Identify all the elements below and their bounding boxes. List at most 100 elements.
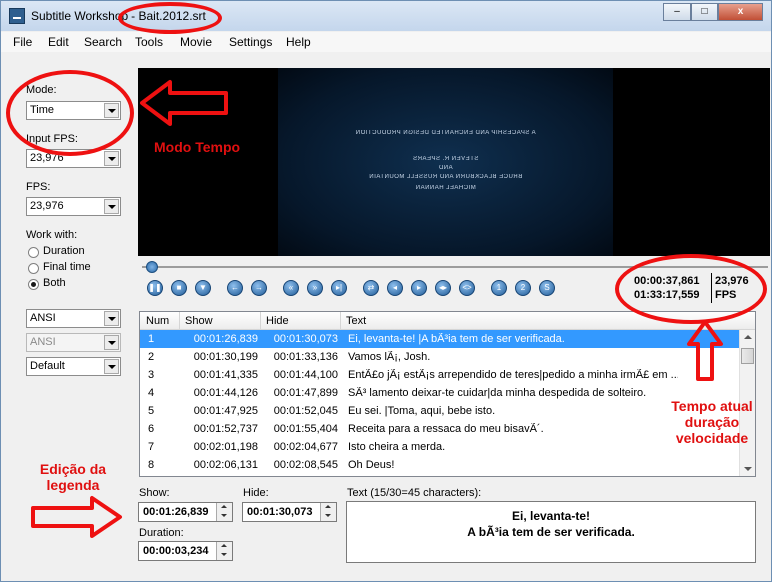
- subtitle-1-icon[interactable]: 1: [491, 280, 507, 296]
- subtitle-grid[interactable]: Num Show Hide Text 1 00:01:26,839 00:01:…: [139, 311, 756, 477]
- table-row[interactable]: 7 00:02:01,198 00:02:04,677 Isto cheira …: [140, 438, 740, 456]
- stop-icon[interactable]: ■: [171, 280, 187, 296]
- scroll-up-icon[interactable]: [744, 335, 752, 339]
- set-start-icon[interactable]: ◂: [387, 280, 403, 296]
- charset-secondary-select: ANSI: [26, 333, 121, 352]
- seek-thumb[interactable]: [146, 261, 158, 273]
- close-button[interactable]: x: [718, 3, 763, 21]
- column-show[interactable]: Show: [185, 315, 213, 327]
- work-with-label: Work with:: [26, 229, 78, 241]
- cell-num: 2: [148, 351, 155, 363]
- subtitle-text-editor[interactable]: Ei, levanta-te! A bÃ³ia tem de ser verif…: [346, 501, 756, 563]
- cell-hide: 00:02:04,677: [273, 441, 338, 453]
- show-spinner-icon[interactable]: [216, 503, 232, 521]
- menu-tools[interactable]: Tools: [135, 35, 163, 49]
- annotation-ellipse-time: [615, 254, 767, 324]
- cell-show: 00:01:52,737: [193, 423, 258, 435]
- hide-spinner-icon[interactable]: [320, 503, 336, 521]
- code-icon[interactable]: <>: [459, 280, 475, 296]
- video-credit-4: BRUCE BLACKBURN AND RUSSELL MOUNTAIN: [368, 174, 523, 180]
- column-divider: [260, 312, 261, 330]
- fps-label: FPS:: [26, 181, 51, 193]
- menu-settings[interactable]: Settings: [229, 35, 272, 49]
- pause-icon[interactable]: ❚❚: [147, 280, 163, 296]
- menu-movie[interactable]: Movie: [180, 35, 212, 49]
- table-row[interactable]: 8 00:02:06,131 00:02:08,545 Oh Deus!: [140, 456, 740, 474]
- radio-both[interactable]: [28, 279, 39, 290]
- duration-label: Duration:: [139, 527, 184, 539]
- table-row[interactable]: 3 00:01:41,335 00:01:44,100 EntÃ£o jÃ¡ e…: [140, 366, 740, 384]
- hide-time-field[interactable]: 00:01:30,073: [242, 502, 337, 522]
- cell-num: 8: [148, 459, 155, 471]
- annotation-time-line-2: duração: [684, 414, 740, 430]
- show-time-field[interactable]: 00:01:26,839: [138, 502, 233, 522]
- radio-final-time[interactable]: [28, 263, 39, 274]
- table-row[interactable]: 5 00:01:47,925 00:01:52,045 Eu sei. |Tom…: [140, 402, 740, 420]
- minimize-button[interactable]: –: [663, 3, 691, 21]
- subtitle-s-icon[interactable]: S: [539, 280, 555, 296]
- title-bar: Subtitle Workshop - Bait.2012.srt – □ x: [1, 1, 771, 31]
- set-both-icon[interactable]: ◂▸: [435, 280, 451, 296]
- subtitle-2-icon[interactable]: 2: [515, 280, 531, 296]
- arrow-right-icon: [31, 496, 122, 538]
- cell-show: 00:02:01,198: [193, 441, 258, 453]
- table-row[interactable]: 6 00:01:52,737 00:01:55,404 Receita para…: [140, 420, 740, 438]
- subtitle-text-line-1: Ei, levanta-te!: [511, 509, 591, 523]
- scroll-down-icon[interactable]: [744, 467, 752, 471]
- set-end-icon[interactable]: ▸: [411, 280, 427, 296]
- fps-select[interactable]: 23,976: [26, 197, 121, 216]
- duration-field[interactable]: 00:00:03,234: [138, 541, 233, 561]
- cell-num: 4: [148, 387, 155, 399]
- back-icon[interactable]: ←: [227, 280, 243, 296]
- annotation-mode-text: Modo Tempo: [154, 139, 241, 155]
- column-hide[interactable]: Hide: [266, 315, 289, 327]
- radio-duration[interactable]: [28, 247, 39, 258]
- chevron-down-icon[interactable]: [104, 359, 119, 374]
- radio-both-label: Both: [43, 277, 66, 289]
- menu-search[interactable]: Search: [84, 35, 122, 49]
- next-frame-icon[interactable]: ▸|: [331, 280, 347, 296]
- format-select[interactable]: Default: [26, 357, 121, 376]
- radio-duration-label: Duration: [43, 245, 85, 257]
- chevron-down-icon[interactable]: [104, 199, 119, 214]
- radio-final-time-label: Final time: [43, 261, 91, 273]
- arrow-left-icon: [140, 80, 228, 126]
- menu-edit[interactable]: Edit: [48, 35, 69, 49]
- rewind-icon[interactable]: «: [283, 280, 299, 296]
- annotation-time-text: Tempo atual duração velocidade: [660, 398, 764, 446]
- chevron-down-icon[interactable]: [104, 311, 119, 326]
- duration-spinner-icon[interactable]: [216, 542, 232, 560]
- cell-text: Eu sei. |Toma, aqui, bebe isto.: [348, 405, 496, 417]
- chevron-down-icon: [104, 335, 119, 350]
- charset-select[interactable]: ANSI: [26, 309, 121, 328]
- annotation-ellipse-title: [118, 2, 222, 34]
- sync-icon[interactable]: ⇄: [363, 280, 379, 296]
- column-divider: [340, 312, 341, 330]
- duration-value: 00:00:03,234: [143, 545, 209, 557]
- table-row[interactable]: 2 00:01:30,199 00:01:33,136 Vamos lÃ¡, J…: [140, 348, 740, 366]
- column-text[interactable]: Text: [346, 315, 366, 327]
- column-num[interactable]: Num: [146, 315, 169, 327]
- maximize-button[interactable]: □: [691, 3, 718, 21]
- forward-icon[interactable]: →: [251, 280, 267, 296]
- cell-text: Oh Deus!: [348, 459, 395, 471]
- cell-text: Ei, levanta-te! |A bÃ³ia tem de ser veri…: [348, 333, 565, 345]
- menu-file[interactable]: File: [13, 35, 32, 49]
- cell-hide: 00:01:52,045: [273, 405, 338, 417]
- scroll-thumb[interactable]: [741, 348, 754, 364]
- table-row[interactable]: 4 00:01:44,126 00:01:47,899 SÃ³ lamento …: [140, 384, 740, 402]
- menu-help[interactable]: Help: [286, 35, 311, 49]
- cell-show: 00:01:30,199: [193, 351, 258, 363]
- cell-show: 00:01:26,839: [193, 333, 258, 345]
- cell-show: 00:01:44,126: [193, 387, 258, 399]
- format-value: Default: [30, 360, 65, 372]
- cell-num: 1: [148, 333, 155, 345]
- step-down-icon[interactable]: ▼: [195, 280, 211, 296]
- app-icon: [9, 8, 25, 24]
- chevron-down-icon[interactable]: [104, 151, 119, 166]
- table-row[interactable]: 1 00:01:26,839 00:01:30,073 Ei, levanta-…: [140, 330, 740, 348]
- fast-forward-icon[interactable]: »: [307, 280, 323, 296]
- video-preview[interactable]: A SPACESHIP AND ENCHANTED DESIGN PRODUCT…: [138, 68, 770, 256]
- annotation-time-line-1: Tempo atual: [671, 398, 753, 414]
- cell-num: 6: [148, 423, 155, 435]
